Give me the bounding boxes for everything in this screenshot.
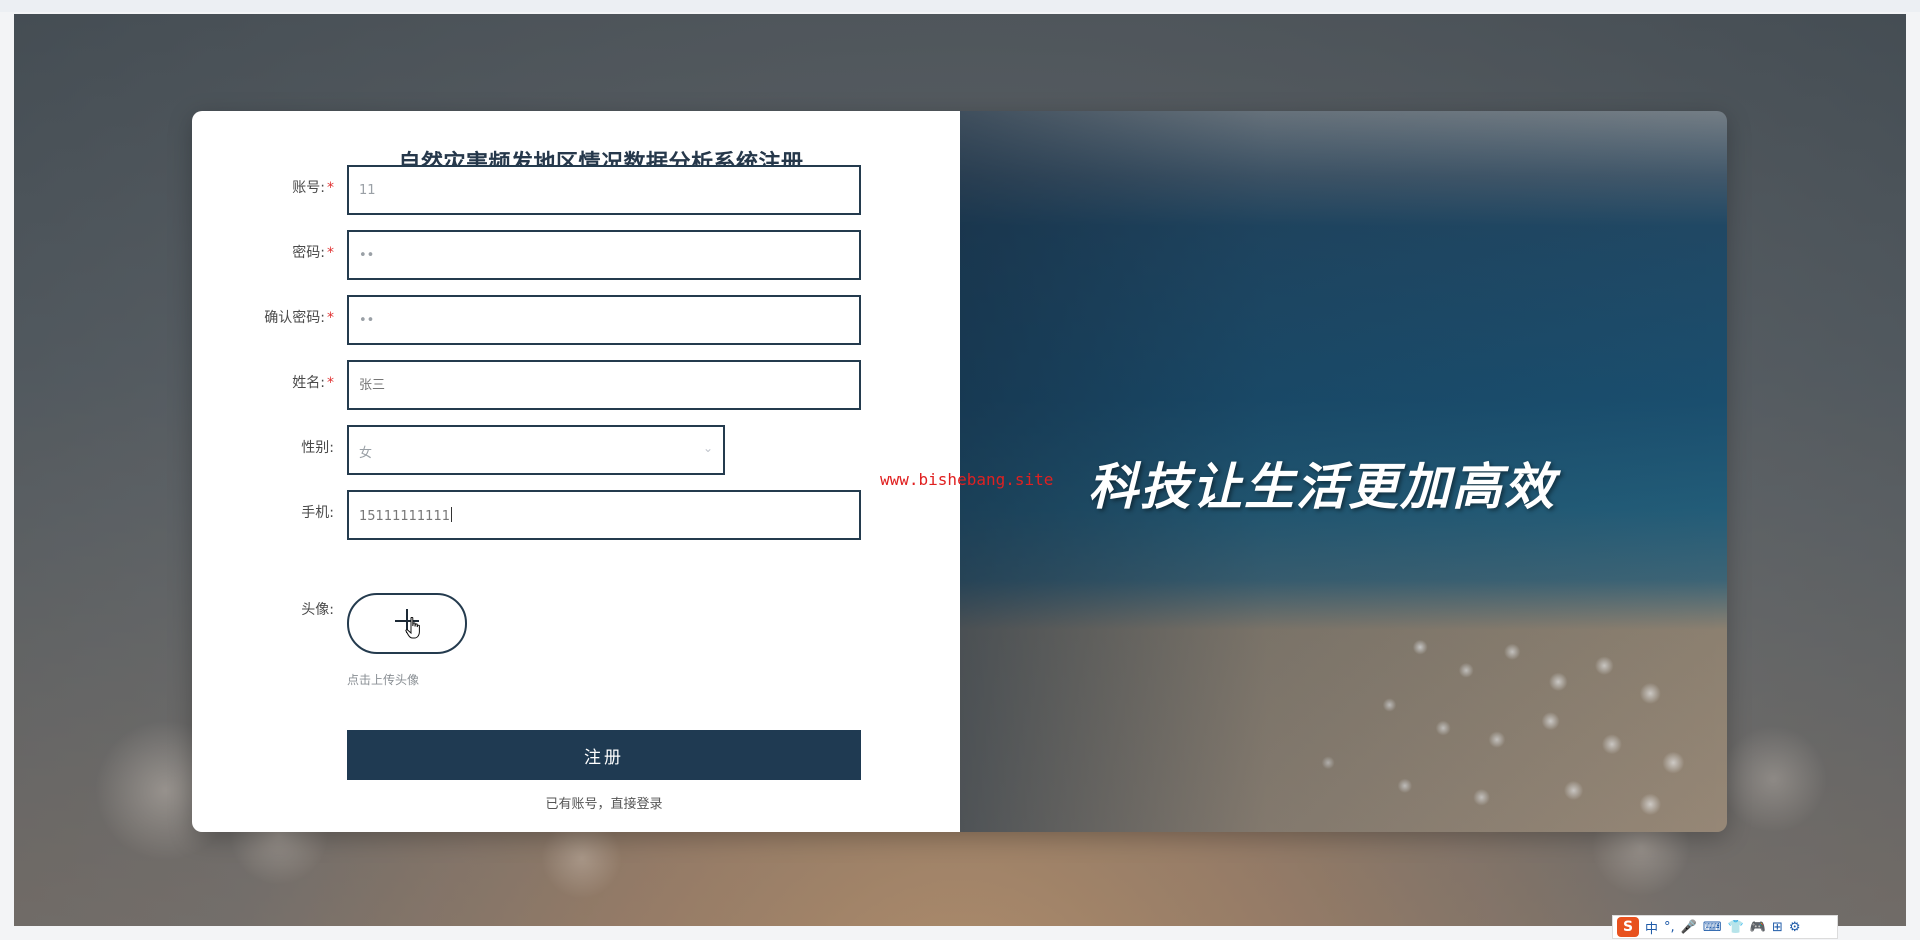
- required-mark: *: [327, 245, 334, 261]
- watermark-text: www.bishebang.site: [880, 470, 1054, 489]
- confirm-password-label-text: 确认密码:: [264, 310, 325, 326]
- account-input[interactable]: [349, 167, 859, 213]
- name-label-text: 姓名:: [292, 375, 325, 391]
- account-field[interactable]: [347, 165, 861, 215]
- required-mark: *: [327, 375, 334, 391]
- gender-row: 性别: 女 ⌄: [192, 425, 960, 475]
- account-label-text: 账号:: [292, 180, 325, 196]
- account-row: 账号: *: [192, 165, 960, 215]
- ime-microphone-icon[interactable]: 🎤: [1681, 920, 1697, 935]
- gender-label: 性别:: [301, 440, 334, 456]
- login-link[interactable]: 已有账号，直接登录: [347, 793, 861, 812]
- required-mark: *: [327, 180, 334, 196]
- phone-field[interactable]: 15111111111: [347, 490, 861, 540]
- text-caret: [450, 507, 452, 522]
- hero-image-panel: 科技让生活更加高效: [960, 111, 1727, 832]
- ime-settings-icon[interactable]: ⚙: [1789, 920, 1801, 935]
- name-label: 姓名: *: [292, 372, 334, 392]
- phone-row: 手机: 15111111111: [192, 490, 960, 540]
- password-field[interactable]: [347, 230, 861, 280]
- phone-label: 手机:: [301, 505, 334, 521]
- confirm-password-label: 确认密码: *: [264, 307, 334, 327]
- ime-toolbar[interactable]: S 中 °, 🎤 ⌨ 👕 🎮 ⊞ ⚙: [1612, 915, 1838, 939]
- register-button[interactable]: 注册: [347, 730, 861, 780]
- ime-game-icon[interactable]: 🎮: [1750, 920, 1766, 935]
- phone-input-value[interactable]: 15111111111: [359, 507, 452, 524]
- top-strip: [0, 0, 1920, 12]
- page: 自然灾害频发地区情况数据分析系统注册 账号:* 密码:*: [0, 0, 1920, 940]
- avatar-upload-button[interactable]: [347, 593, 467, 654]
- name-row: 姓名: *: [192, 360, 960, 410]
- password-input[interactable]: [349, 232, 859, 278]
- required-mark: *: [327, 310, 334, 326]
- gender-select-value: 女: [359, 446, 373, 461]
- ime-mode-toggle[interactable]: 中: [1645, 918, 1658, 937]
- chevron-down-icon: ⌄: [702, 441, 713, 455]
- confirm-password-row: 确认密码: *: [192, 295, 960, 345]
- name-field[interactable]: [347, 360, 861, 410]
- avatar-row: 头像:: [192, 593, 960, 663]
- ime-skin-icon[interactable]: 👕: [1728, 920, 1744, 935]
- avatar-upload-hint: 点击上传头像: [347, 673, 420, 687]
- confirm-password-field[interactable]: [347, 295, 861, 345]
- phone-value-text: 15111111111: [359, 509, 450, 524]
- password-label-text: 密码:: [292, 245, 325, 261]
- password-label: 密码: *: [292, 242, 334, 262]
- ime-grid-icon[interactable]: ⊞: [1772, 920, 1783, 935]
- ime-punctuation-icon[interactable]: °,: [1664, 920, 1675, 935]
- gender-select[interactable]: 女 ⌄: [347, 425, 725, 475]
- form-panel: 自然灾害频发地区情况数据分析系统注册 账号:* 密码:*: [192, 111, 960, 832]
- ime-keyboard-icon[interactable]: ⌨: [1703, 920, 1722, 935]
- account-label: 账号: *: [292, 177, 334, 197]
- password-row: 密码: *: [192, 230, 960, 280]
- slogan-text: 科技让生活更加高效: [1088, 458, 1556, 516]
- confirm-password-input[interactable]: [349, 297, 859, 343]
- hand-cursor-icon: [405, 617, 420, 639]
- ime-logo-icon[interactable]: S: [1617, 917, 1639, 937]
- name-input[interactable]: [349, 362, 859, 408]
- avatar-label: 头像:: [301, 602, 334, 618]
